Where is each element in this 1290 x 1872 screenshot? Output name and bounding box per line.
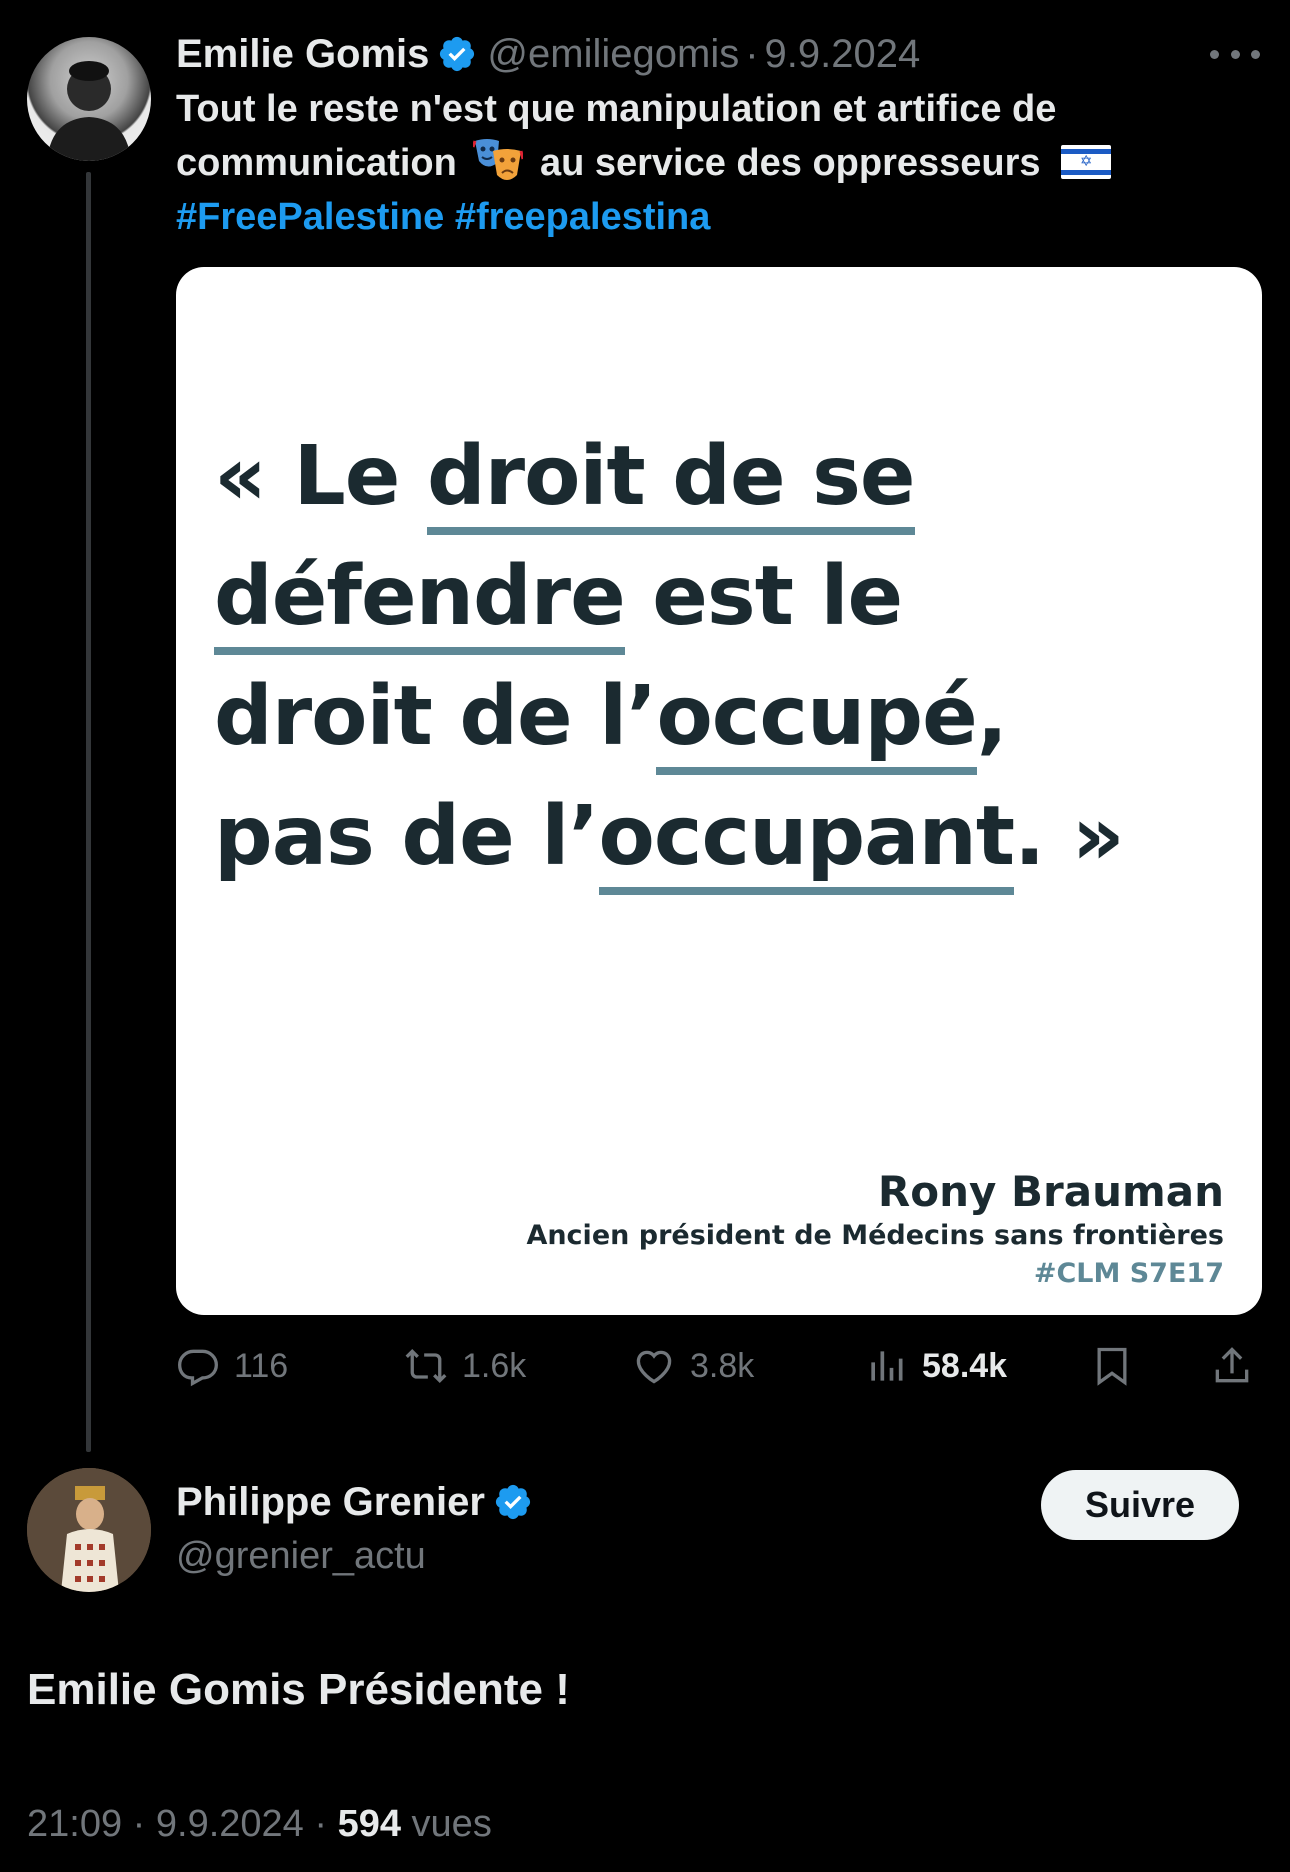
separator: · bbox=[314, 1803, 328, 1845]
more-icon[interactable] bbox=[1210, 34, 1260, 74]
follow-button[interactable]: Suivre bbox=[1041, 1470, 1239, 1540]
theater-masks-emoji bbox=[473, 139, 524, 180]
hashtag-link[interactable]: #FreePalestine bbox=[176, 196, 444, 238]
quote-segment: est le bbox=[624, 549, 903, 644]
views-icon bbox=[871, 1351, 903, 1381]
israel-flag-emoji: ✡ bbox=[1061, 145, 1112, 179]
share-button[interactable] bbox=[1210, 1338, 1268, 1394]
quote-segment: , bbox=[976, 669, 1008, 764]
quote-underlined: occupant bbox=[598, 787, 1015, 895]
like-button[interactable]: 3.8k bbox=[632, 1338, 754, 1394]
tweet-image[interactable]: « Le droit de se défendre est le droit d… bbox=[176, 267, 1262, 1315]
tweet-text: Tout le reste n'est que manipulation et … bbox=[176, 82, 1256, 244]
quote-underlined: occupé bbox=[656, 667, 978, 775]
like-count: 3.8k bbox=[690, 1346, 755, 1385]
retweet-icon bbox=[405, 1348, 447, 1384]
reply-views-label: vues bbox=[411, 1803, 492, 1845]
reply-time[interactable]: 21:09 bbox=[27, 1803, 122, 1845]
quote-line: défendre est le bbox=[214, 537, 1234, 657]
bookmark-icon bbox=[1097, 1347, 1127, 1386]
quote-underlined: droit de se bbox=[426, 427, 916, 535]
reply-button[interactable]: 116 bbox=[176, 1338, 288, 1394]
tweet-text-segment: au service des oppresseurs bbox=[539, 142, 1041, 184]
reply-date[interactable]: 9.9.2024 bbox=[156, 1803, 304, 1845]
views-button[interactable]: 58.4k bbox=[864, 1338, 1007, 1394]
tweet-text-segment: communication bbox=[176, 142, 457, 184]
reply-icon bbox=[178, 1349, 218, 1387]
retweet-button[interactable]: 1.6k bbox=[404, 1338, 526, 1394]
share-icon bbox=[1215, 1347, 1249, 1383]
quote-segment: . » bbox=[1014, 789, 1125, 884]
quote-segment: pas de l’ bbox=[214, 789, 600, 884]
quote-text: « Le droit de se défendre est le droit d… bbox=[214, 417, 1234, 897]
tweet-text-line: communication au service des oppresseurs… bbox=[176, 136, 1256, 190]
reply-text: Emilie Gomis Présidente ! bbox=[27, 1665, 570, 1714]
author-name[interactable]: Philippe Grenier bbox=[176, 1480, 485, 1525]
quote-segment: « Le bbox=[214, 429, 427, 524]
reply-count: 116 bbox=[234, 1346, 289, 1385]
quote-attribution: Rony Brauman Ancien président de Médecin… bbox=[526, 1167, 1224, 1293]
thread-line bbox=[86, 172, 91, 1452]
attribution-role: Ancien président de Médecins sans fronti… bbox=[526, 1220, 1224, 1251]
quote-line: « Le droit de se bbox=[214, 417, 1234, 537]
hashtag-link[interactable]: #freepalestina bbox=[455, 196, 711, 238]
like-icon bbox=[636, 1350, 672, 1384]
quote-underlined: défendre bbox=[214, 547, 626, 655]
verified-badge-icon bbox=[495, 1484, 531, 1520]
quote-line: droit de l’occupé, bbox=[214, 657, 1234, 777]
tweet-header: Emilie Gomis @emiliegomis · 9.9.2024 bbox=[176, 26, 1250, 82]
quote-segment: droit de l’ bbox=[214, 669, 657, 764]
reply-meta: 21:09 · 9.9.2024 · 594 vues bbox=[27, 1803, 492, 1846]
separator: · bbox=[745, 31, 759, 76]
bookmark-button[interactable] bbox=[1090, 1338, 1148, 1394]
views-count: 58.4k bbox=[922, 1346, 1008, 1385]
reply-views-count: 594 bbox=[337, 1803, 401, 1845]
quote-line: pas de l’occupant. » bbox=[214, 777, 1234, 897]
author-handle[interactable]: @grenier_actu bbox=[176, 1530, 543, 1582]
reply-header: Philippe Grenier @grenier_actu bbox=[176, 1474, 543, 1582]
tweet-actions: 116 1.6k 3.8k 58.4k bbox=[176, 1338, 1266, 1394]
avatar[interactable] bbox=[27, 1468, 151, 1592]
attribution-name: Rony Brauman bbox=[877, 1167, 1224, 1216]
reply-name-row: Philippe Grenier bbox=[176, 1474, 543, 1530]
author-name[interactable]: Emilie Gomis bbox=[176, 32, 429, 77]
retweet-count: 1.6k bbox=[462, 1346, 527, 1385]
tweet-text-line: #FreePalestine #freepalestina bbox=[176, 190, 1256, 244]
separator: · bbox=[132, 1803, 146, 1845]
verified-badge-icon bbox=[440, 36, 475, 72]
attribution-tag: #CLM S7E17 bbox=[1033, 1258, 1224, 1289]
tweet-date[interactable]: 9.9.2024 bbox=[765, 32, 921, 77]
tweet-text-line: Tout le reste n'est que manipulation et … bbox=[176, 88, 1057, 130]
author-handle[interactable]: @emiliegomis bbox=[487, 32, 739, 77]
avatar[interactable] bbox=[27, 37, 151, 161]
